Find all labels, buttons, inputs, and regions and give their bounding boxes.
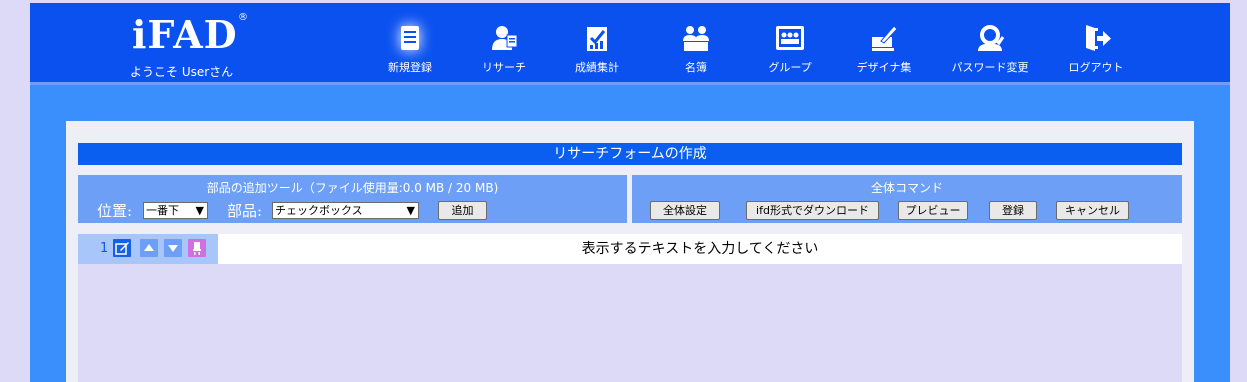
- nav-roster[interactable]: 名簿: [654, 21, 738, 75]
- part-label: 部品:: [227, 202, 263, 220]
- nav-research[interactable]: リサーチ: [462, 21, 546, 75]
- nav-logout[interactable]: ログアウト: [1054, 21, 1138, 75]
- nav-designer[interactable]: デザイナ集: [842, 21, 926, 75]
- form-title-bar: リサーチフォームの作成: [78, 143, 1182, 165]
- nav-label: 成績集計: [575, 61, 619, 74]
- app-header: iFAD ® ようこそ Userさん 新規登録 リサーチ 成績集計 名簿 グルー…: [30, 3, 1230, 82]
- download-ifd-button[interactable]: ifd形式でダウンロード: [746, 201, 879, 220]
- form-part-row: 1 表示するテキストを入力してください: [78, 234, 1182, 382]
- nav-group[interactable]: グループ: [748, 21, 832, 75]
- app-logo: iFAD: [132, 12, 238, 57]
- preview-button[interactable]: プレビュー: [898, 201, 968, 220]
- row-controls: 1: [78, 234, 218, 264]
- nav-new-registration[interactable]: 新規登録: [368, 21, 452, 75]
- delete-icon[interactable]: [188, 239, 206, 257]
- position-select-value: 一番下: [146, 204, 179, 217]
- nav-label: グループ: [768, 61, 812, 74]
- nav-grade-summary[interactable]: 成績集計: [555, 21, 639, 75]
- registered-mark: ®: [238, 12, 248, 23]
- move-down-icon[interactable]: [164, 239, 182, 257]
- grade-summary-icon: [587, 27, 607, 51]
- chevron-down-icon: ▼: [406, 204, 415, 217]
- nav-label: ログアウト: [1068, 61, 1124, 74]
- add-parts-tool: 部品の追加ツール（ファイル使用量:0.0 MB / 20 MB) 位置: 一番下…: [78, 175, 627, 223]
- part-select-value: チェックボックス: [275, 204, 363, 217]
- position-select[interactable]: 一番下 ▼: [143, 202, 208, 219]
- row-number: 1: [100, 241, 109, 256]
- cancel-button[interactable]: キャンセル: [1056, 201, 1129, 220]
- password-change-icon: [978, 25, 1005, 51]
- register-button[interactable]: 登録: [989, 201, 1037, 220]
- research-icon: [492, 26, 518, 50]
- add-parts-title: 部品の追加ツール（ファイル使用量:0.0 MB / 20 MB): [206, 181, 499, 195]
- edit-icon[interactable]: [113, 239, 131, 257]
- designer-icon: [872, 25, 898, 51]
- global-commands-title: 全体コマンド: [870, 181, 943, 195]
- move-up-icon[interactable]: [140, 239, 158, 257]
- nav-label: リサーチ: [482, 61, 526, 74]
- nav-password-change[interactable]: パスワード変更: [948, 21, 1032, 75]
- nav-label: 名簿: [685, 61, 707, 74]
- global-settings-button[interactable]: 全体設定: [650, 201, 720, 220]
- global-commands: 全体コマンド 全体設定 ifd形式でダウンロード プレビュー 登録 キャンセル: [632, 175, 1182, 223]
- nav-label: パスワード変更: [951, 61, 1029, 74]
- group-icon: [776, 26, 804, 50]
- roster-icon: [683, 26, 709, 51]
- chevron-down-icon: ▼: [195, 204, 204, 217]
- row-text[interactable]: 表示するテキストを入力してください: [218, 234, 1182, 264]
- add-button[interactable]: 追加: [438, 201, 487, 220]
- new-document-icon: [401, 26, 419, 50]
- nav-label: 新規登録: [388, 61, 432, 74]
- nav-label: デザイナ集: [856, 61, 912, 74]
- welcome-message: ようこそ Userさん: [130, 65, 234, 79]
- logout-icon: [1086, 25, 1111, 51]
- position-label: 位置:: [97, 202, 133, 220]
- part-select[interactable]: チェックボックス ▼: [272, 202, 419, 219]
